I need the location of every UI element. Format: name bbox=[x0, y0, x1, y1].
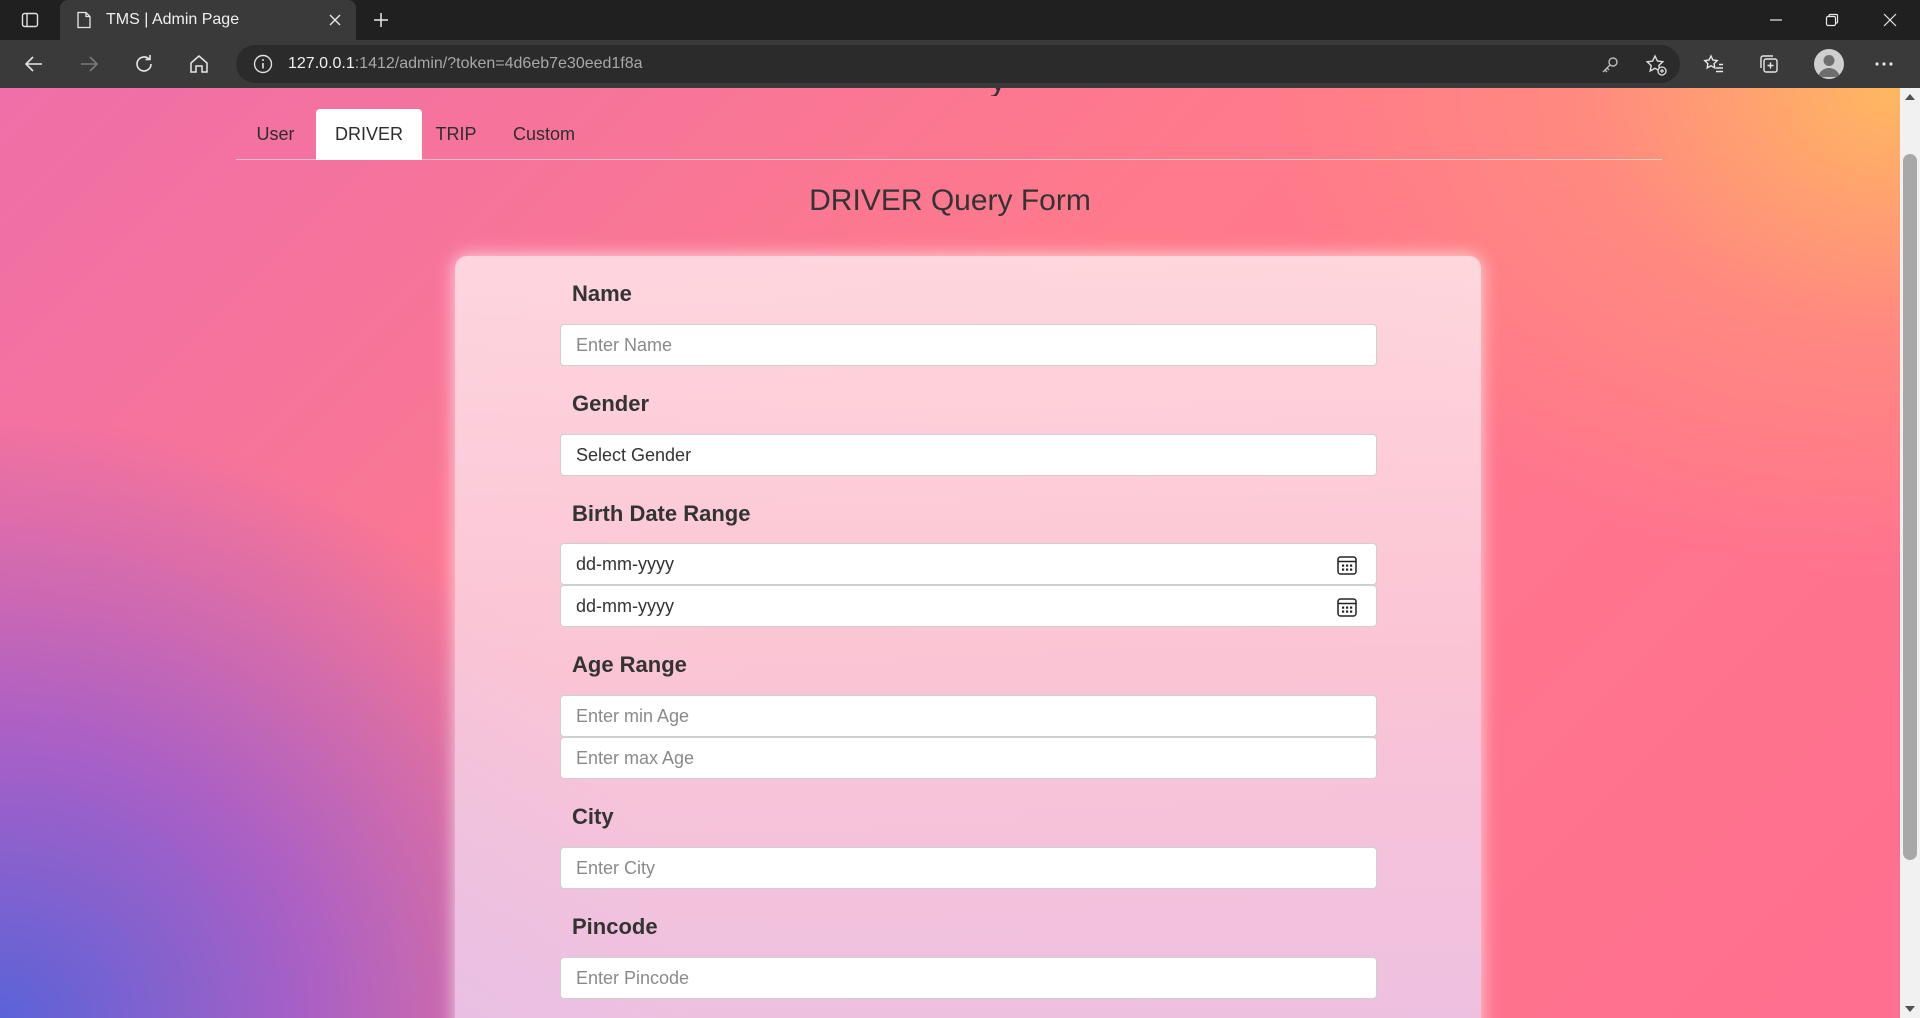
city-input[interactable]: Enter City bbox=[560, 847, 1377, 889]
minimize-icon[interactable] bbox=[1748, 0, 1804, 40]
birth-date-range-label: Birth Date Range bbox=[572, 501, 751, 526]
pincode-placeholder: Enter Pincode bbox=[576, 967, 690, 988]
address-bar[interactable]: 127.0.0.1:1412/admin/?token=4d6eb7e30eed… bbox=[236, 45, 1680, 83]
back-arrow-icon[interactable] bbox=[16, 47, 52, 81]
calendar-icon[interactable] bbox=[1336, 554, 1358, 576]
page-icon bbox=[74, 10, 94, 30]
favorites-icon[interactable] bbox=[1696, 47, 1732, 81]
tab-trip[interactable]: TRIP bbox=[425, 109, 487, 160]
name-input[interactable]: Enter Name bbox=[560, 324, 1377, 366]
page-heading-cutoff: y bbox=[990, 88, 1020, 96]
birth-date-end-placeholder: dd-mm-yyyy bbox=[576, 595, 674, 616]
close-icon[interactable] bbox=[324, 9, 346, 31]
age-min-input[interactable]: Enter min Age bbox=[560, 695, 1377, 737]
city-label: City bbox=[572, 804, 614, 829]
city-placeholder: Enter City bbox=[576, 857, 656, 878]
age-max-input[interactable]: Enter max Age bbox=[560, 737, 1377, 779]
browser-tab-active[interactable]: TMS | Admin Page bbox=[60, 0, 356, 40]
page-scrollbar[interactable] bbox=[1900, 88, 1920, 1018]
info-icon[interactable] bbox=[252, 53, 274, 75]
collections-icon[interactable] bbox=[1751, 47, 1787, 81]
query-tabs: User DRIVER TRIP Custom bbox=[236, 109, 1662, 160]
scroll-up-arrow-icon[interactable] bbox=[1905, 94, 1915, 100]
tab-driver[interactable]: DRIVER bbox=[316, 109, 422, 160]
gender-select[interactable]: Select Gender bbox=[560, 434, 1377, 476]
birth-date-start-input[interactable]: dd-mm-yyyy bbox=[560, 543, 1377, 585]
age-range-label: Age Range bbox=[572, 652, 687, 677]
tab-user[interactable]: User bbox=[236, 109, 315, 160]
calendar-icon[interactable] bbox=[1336, 596, 1358, 618]
key-icon[interactable] bbox=[1598, 53, 1622, 77]
profile-avatar[interactable] bbox=[1814, 49, 1844, 79]
scrollbar-thumb[interactable] bbox=[1903, 154, 1917, 860]
url-host: 127.0.0.1 bbox=[288, 55, 355, 72]
more-icon[interactable] bbox=[1866, 47, 1902, 81]
window-close-icon[interactable] bbox=[1862, 0, 1918, 40]
url-path: :1412/admin/?token=4d6eb7e30eed1f8a bbox=[354, 55, 643, 72]
tab-actions-icon[interactable] bbox=[14, 7, 46, 33]
birth-date-start-placeholder: dd-mm-yyyy bbox=[576, 553, 674, 574]
age-max-placeholder: Enter max Age bbox=[576, 747, 695, 768]
refresh-icon[interactable] bbox=[126, 47, 162, 81]
pincode-input[interactable]: Enter Pincode bbox=[560, 957, 1377, 999]
age-min-placeholder: Enter min Age bbox=[576, 705, 690, 726]
browser-toolbar: 127.0.0.1:1412/admin/?token=4d6eb7e30eed… bbox=[0, 40, 1920, 88]
restore-icon[interactable] bbox=[1804, 0, 1860, 40]
browser-tabstrip: TMS | Admin Page bbox=[0, 0, 1920, 40]
pincode-label: Pincode bbox=[572, 914, 658, 939]
tab-custom[interactable]: Custom bbox=[500, 109, 588, 160]
tab-title: TMS | Admin Page bbox=[106, 11, 240, 28]
scroll-down-arrow-icon[interactable] bbox=[1905, 1006, 1915, 1012]
gender-selected-value: Select Gender bbox=[576, 444, 692, 465]
form-title: DRIVER Query Form bbox=[809, 184, 1091, 217]
plus-icon[interactable] bbox=[366, 6, 396, 34]
name-placeholder: Enter Name bbox=[576, 334, 673, 355]
birth-date-end-input[interactable]: dd-mm-yyyy bbox=[560, 585, 1377, 627]
star-add-icon[interactable] bbox=[1644, 53, 1668, 77]
page-viewport: y User DRIVER TRIP Custom DRIVER Query F… bbox=[0, 88, 1900, 1018]
home-icon[interactable] bbox=[181, 47, 217, 81]
forward-arrow-icon[interactable] bbox=[71, 47, 107, 81]
name-label: Name bbox=[572, 281, 632, 306]
gender-label: Gender bbox=[572, 391, 650, 416]
query-form-card bbox=[455, 256, 1481, 1018]
